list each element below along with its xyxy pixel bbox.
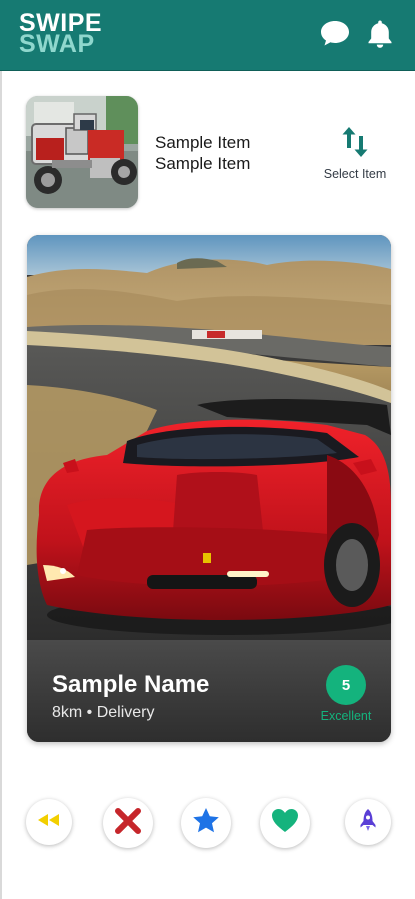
star-icon <box>192 807 220 839</box>
super-like-button[interactable] <box>181 798 231 848</box>
swipe-card[interactable] <box>27 235 391 742</box>
select-item-button[interactable]: Select Item <box>316 124 394 181</box>
bell-icon[interactable] <box>367 19 393 54</box>
rating-label: Excellent <box>320 709 372 723</box>
rating-badge: 5 <box>326 665 366 705</box>
close-icon <box>114 807 142 840</box>
selected-item-title: Sample Item <box>155 133 251 152</box>
selected-item-thumbnail[interactable] <box>26 96 138 208</box>
boost-button[interactable] <box>345 799 391 845</box>
selected-item-subtitle: Sample Item <box>155 154 251 173</box>
card-photo <box>27 235 391 655</box>
heart-icon <box>271 808 299 838</box>
app-logo: SWIPE SWAP <box>19 11 129 58</box>
rewind-icon <box>37 813 61 832</box>
dislike-button[interactable] <box>103 798 153 848</box>
rewind-button[interactable] <box>26 799 72 845</box>
logo-line-2: SWAP <box>19 30 95 58</box>
swap-vertical-icon <box>341 127 369 164</box>
selected-item-text: Sample Item Sample Item <box>155 132 250 174</box>
card-name: Sample Name <box>52 671 210 698</box>
card-subtitle: 8km • Delivery <box>52 704 155 721</box>
chat-icon[interactable] <box>320 19 350 52</box>
app-header: SWIPE SWAP <box>0 0 415 71</box>
rocket-icon <box>360 808 376 837</box>
select-item-label: Select Item <box>323 167 387 181</box>
like-button[interactable] <box>260 798 310 848</box>
left-divider <box>0 71 2 899</box>
